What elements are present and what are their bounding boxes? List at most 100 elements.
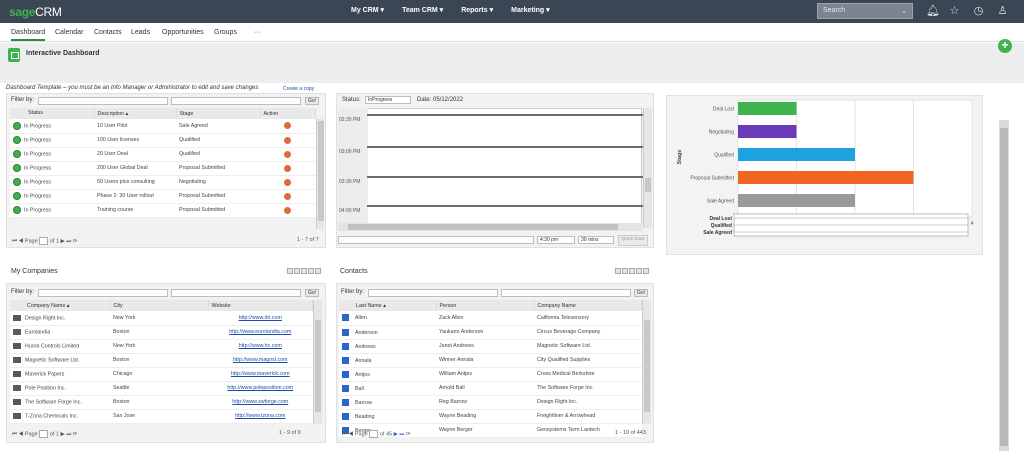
description-cell[interactable]: Phase 2: 30 User rollout: [94, 189, 176, 204]
company-cell[interactable]: The Software Forge Inc.: [25, 399, 82, 405]
table-row[interactable]: In Progress 20 User Deal Qualified: [10, 147, 316, 162]
tab-contacts[interactable]: Contacts: [94, 29, 122, 36]
table-row[interactable]: Annala Winner Annala City Qualified Suppli…: [339, 353, 642, 368]
email-icon[interactable]: [13, 314, 21, 321]
nav-my-crm[interactable]: My CRM ▾: [351, 6, 384, 14]
description-cell[interactable]: 100 User licenses: [94, 133, 176, 148]
column-header[interactable]: City: [110, 300, 209, 311]
nav-team-crm[interactable]: Team CRM ▾: [402, 6, 443, 14]
table-row[interactable]: The Software Forge Inc. Boston http://www.…: [10, 395, 313, 410]
contact-icon[interactable]: [342, 370, 349, 378]
website-link[interactable]: http://www.magnsl.com: [233, 357, 287, 363]
more-tabs-button[interactable]: ···: [254, 29, 261, 36]
email-icon[interactable]: [13, 328, 21, 335]
last-name-cell[interactable]: Barrow: [355, 399, 372, 405]
tab-groups[interactable]: Groups: [214, 29, 237, 36]
contact-icon[interactable]: [342, 356, 349, 364]
website-link[interactable]: http://www.swforge.com: [232, 399, 288, 405]
calendar-hscrollbar[interactable]: [338, 223, 642, 231]
email-icon[interactable]: [13, 370, 21, 377]
page-input[interactable]: [39, 237, 49, 245]
table-row[interactable]: Ball Arnold Ball The Software Forge Inc.: [339, 381, 642, 396]
table-row[interactable]: Antjes William Antjes Cross Medical Berksh…: [339, 367, 642, 382]
company-cell[interactable]: Maverick Papers: [25, 371, 64, 377]
scrollbar-thumb[interactable]: [1000, 128, 1008, 446]
nav-reports[interactable]: Reports ▾: [461, 6, 493, 14]
table-row[interactable]: Maverick Papers Chicago http://www.maveric…: [10, 367, 313, 382]
contact-icon[interactable]: [342, 384, 349, 392]
column-header[interactable]: Company Name ▴: [10, 300, 111, 311]
email-icon[interactable]: [13, 412, 21, 419]
table-row[interactable]: Beading Wayne Beading Freightliner & Arrow…: [339, 409, 642, 424]
calendar-grid[interactable]: [338, 108, 642, 228]
table-row[interactable]: Anderson Yaukano Anderson Circus Beverage …: [339, 325, 642, 340]
email-icon[interactable]: [13, 342, 21, 349]
action-icon[interactable]: [284, 178, 292, 186]
clock-icon[interactable]: ◷: [972, 5, 985, 18]
website-link[interactable]: http://www.maverick.com: [231, 371, 290, 377]
table-row[interactable]: T-Zona Chemicals Inc. San Jose http://www.…: [10, 409, 313, 424]
last-name-cell[interactable]: Anderson: [355, 329, 378, 335]
user-icon[interactable]: ♙: [996, 5, 1009, 18]
action-icon[interactable]: [284, 192, 292, 200]
table-row[interactable]: Barrow Reg Barrow Design Right Inc.: [339, 395, 642, 410]
company-cell[interactable]: Pole Position Inc.: [25, 385, 66, 391]
website-link[interactable]: http://www.tzona.com: [235, 413, 285, 419]
table-row[interactable]: Magnetic Software Ltd. Boston http://www.m…: [10, 353, 313, 368]
bell-icon[interactable]: 🔔︎: [926, 5, 940, 18]
last-name-cell[interactable]: Beading: [355, 413, 374, 419]
description-cell[interactable]: 10 User Pilot: [94, 119, 176, 134]
quick-save-button[interactable]: Quick Save: [618, 235, 648, 246]
companies-scrollbar[interactable]: [313, 300, 322, 424]
filter-select[interactable]: [38, 97, 168, 105]
email-icon[interactable]: [13, 384, 21, 391]
description-cell[interactable]: 200 User Global Deal: [94, 161, 176, 176]
email-icon[interactable]: [13, 398, 21, 405]
last-name-cell[interactable]: Annala: [355, 357, 372, 363]
go-button[interactable]: Go!: [305, 97, 319, 105]
table-row[interactable]: In Progress Training course Proposal Submi…: [10, 203, 316, 218]
filter-select[interactable]: [38, 289, 168, 297]
action-icon[interactable]: [284, 206, 292, 214]
search-input[interactable]: Search ⌄: [817, 3, 913, 19]
time-input[interactable]: 4:30 pm: [537, 236, 575, 244]
company-cell[interactable]: Hurob Controls Limited: [25, 343, 79, 349]
table-row[interactable]: Hurob Controls Limited New York http://www…: [10, 339, 313, 354]
table-row[interactable]: In Progress Phase 2: 30 User rollout Propo…: [10, 189, 316, 204]
nav-marketing[interactable]: Marketing ▾: [511, 6, 550, 14]
contact-icon[interactable]: [342, 398, 349, 406]
star-icon[interactable]: ☆: [948, 5, 961, 18]
filter-input[interactable]: [501, 289, 631, 297]
action-icon[interactable]: [284, 164, 292, 172]
table-row[interactable]: In Progress 10 User Pilot Sale Agreed: [10, 119, 316, 134]
company-cell[interactable]: Magnetic Software Ltd.: [25, 357, 79, 363]
website-link[interactable]: http://www.hc.com: [239, 343, 282, 349]
contacts-scrollbar[interactable]: [642, 300, 651, 424]
tab-calendar[interactable]: Calendar: [55, 29, 83, 36]
table-row[interactable]: Allen Zack Allen California Telesensory: [339, 311, 642, 326]
contact-icon[interactable]: [342, 342, 349, 350]
website-link[interactable]: http://www.poleposition.com: [227, 385, 293, 391]
filter-input[interactable]: [171, 289, 301, 297]
table-row[interactable]: In Progress 100 User licenses Qualified: [10, 133, 316, 148]
app-logo[interactable]: sageCRM: [9, 5, 62, 19]
table-row[interactable]: In Progress 50 Users plus consulting Negot…: [10, 175, 316, 190]
filter-select[interactable]: [368, 289, 498, 297]
company-cell[interactable]: Eurolandia: [25, 329, 50, 335]
last-name-cell[interactable]: Antjes: [355, 371, 370, 377]
table-row[interactable]: Eurolandia Boston http://www.eurolandia.co…: [10, 325, 313, 340]
go-button[interactable]: Go!: [305, 289, 319, 297]
action-icon[interactable]: [284, 122, 292, 130]
website-link[interactable]: http://www.dri.com: [239, 315, 282, 321]
description-cell[interactable]: 50 Users plus consulting: [94, 175, 176, 190]
duration-select[interactable]: 30 mins: [578, 236, 614, 244]
gadget-controls[interactable]: [615, 268, 649, 274]
calendar-scrollbar[interactable]: [643, 108, 652, 228]
column-header[interactable]: Status: [28, 110, 43, 116]
page-input[interactable]: [39, 430, 49, 438]
table-row[interactable]: Pole Position Inc. Seattle http://www.pole…: [10, 381, 313, 396]
create-copy-link[interactable]: Create a copy: [283, 86, 314, 92]
description-cell[interactable]: 20 User Deal: [94, 147, 176, 162]
page-scrollbar[interactable]: [999, 120, 1009, 451]
column-header[interactable]: Company Name: [534, 300, 642, 311]
